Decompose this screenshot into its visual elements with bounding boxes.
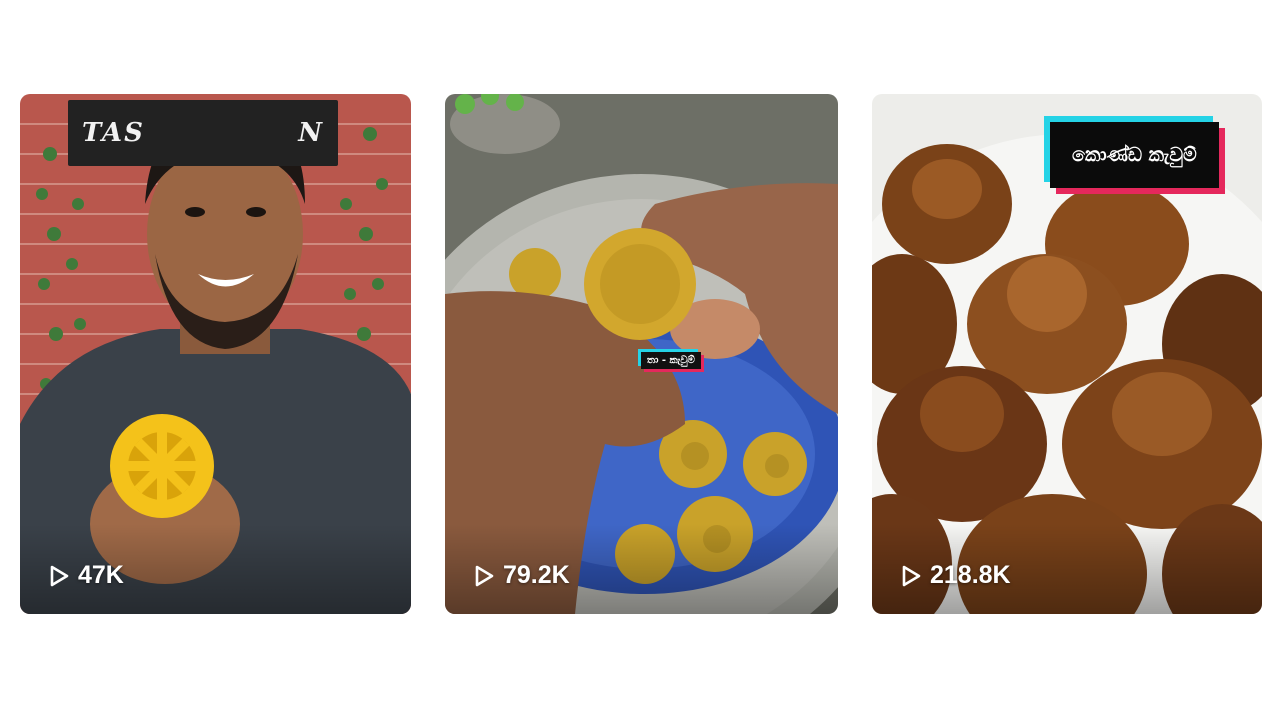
view-count-label: 79.2K bbox=[503, 561, 570, 589]
view-count-label: 47K bbox=[78, 561, 124, 589]
video-card-2[interactable]: තා - කැවුම් 79.2K bbox=[445, 94, 838, 614]
channel-sign-text-left: TAS bbox=[82, 118, 145, 148]
channel-sign-text-right: N bbox=[298, 118, 324, 148]
channel-sign: TAS N bbox=[68, 100, 338, 166]
video-card-1[interactable]: TAS N 47K bbox=[20, 94, 411, 614]
video-grid: TAS N 47K තා - කැවුම් 79.2K කොණ්ඩ කැවුම්… bbox=[0, 0, 1280, 720]
video-caption-2: තා - කැවුම් bbox=[641, 352, 701, 369]
view-count-2: 79.2K bbox=[473, 561, 570, 590]
video-card-3[interactable]: කොණ්ඩ කැවුම් 218.8K bbox=[872, 94, 1262, 614]
play-icon bbox=[902, 565, 921, 586]
video-caption-3: කොණ්ඩ කැවුම් bbox=[1050, 122, 1219, 188]
view-count-label: 218.8K bbox=[930, 561, 1011, 589]
play-icon bbox=[475, 565, 494, 586]
play-icon bbox=[50, 565, 69, 586]
view-count-1: 47K bbox=[48, 561, 124, 590]
view-count-3: 218.8K bbox=[900, 561, 1011, 590]
